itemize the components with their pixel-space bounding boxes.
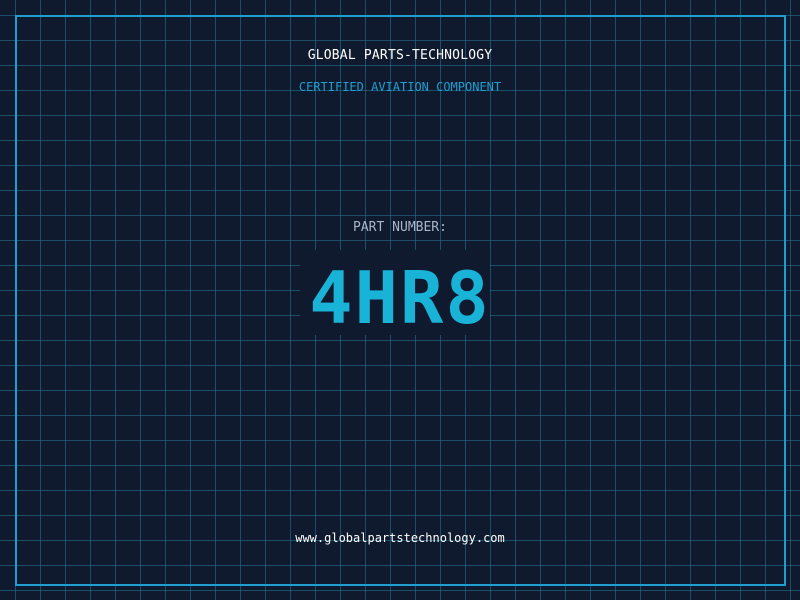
company-name: GLOBAL PARTS-TECHNOLOGY [307, 48, 493, 63]
part-number-value: 4HR8 [309, 256, 491, 340]
label-card: GLOBAL PARTS-TECHNOLOGY CERTIFIED AVIATI… [0, 0, 800, 600]
part-number-label: PART NUMBER: [353, 220, 447, 235]
certification-tagline: CERTIFIED AVIATION COMPONENT [298, 80, 502, 94]
website-url: www.globalpartstechnology.com [295, 531, 505, 545]
